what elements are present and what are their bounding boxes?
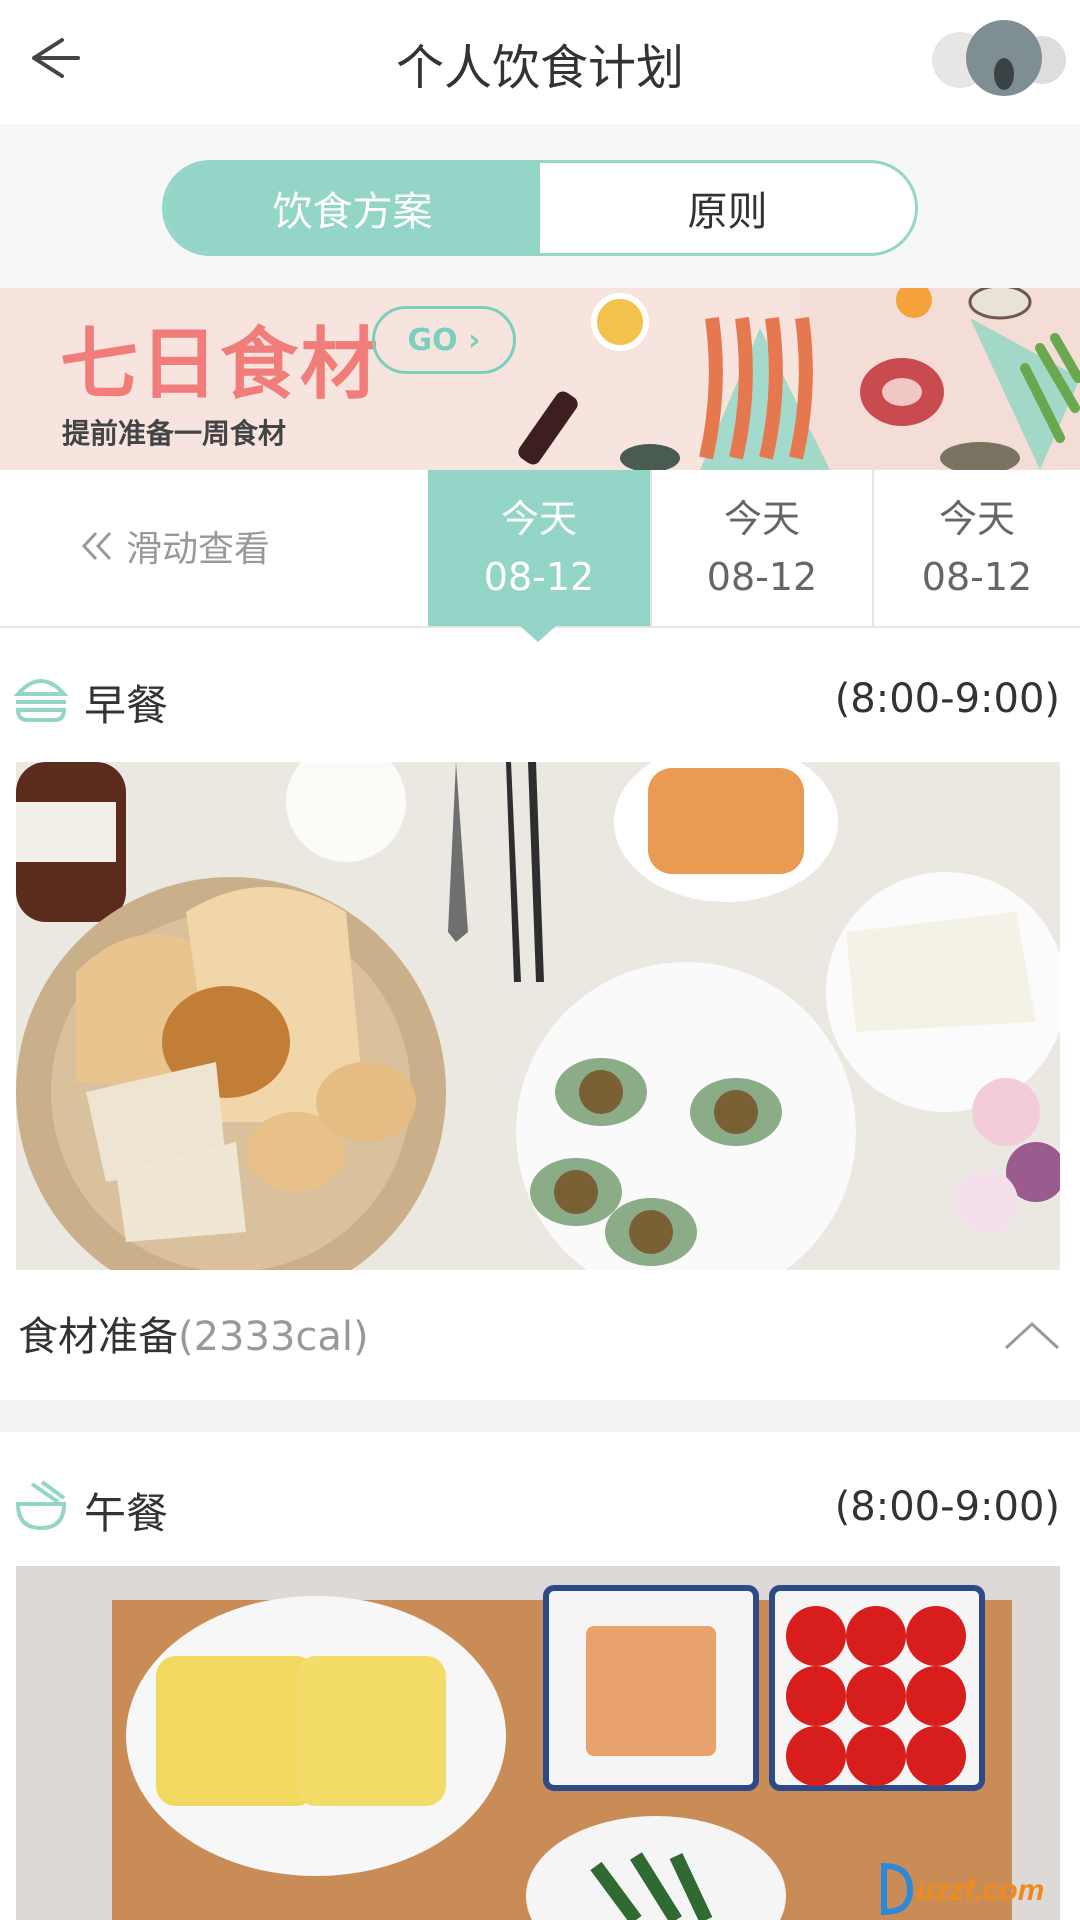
meal-time: (8:00-9:00)	[834, 1484, 1060, 1530]
burger-icon	[14, 679, 68, 722]
banner-title: 七日食材	[60, 320, 381, 410]
date-tab-date: 08-12	[921, 555, 1033, 599]
ingredients-panel[interactable]: 食材准备(2333cal)	[0, 1270, 1080, 1400]
meal-time: (8:00-9:00)	[834, 676, 1060, 722]
double-chevron-left-icon	[81, 531, 112, 561]
date-tab-label: 今天	[500, 497, 577, 541]
app-header: 个人饮食计划	[0, 0, 1080, 124]
tab-principles[interactable]: 原则	[540, 163, 915, 253]
date-tab-date: 08-12	[706, 555, 818, 599]
plan-tabs: 饮食方案 原则	[162, 160, 918, 256]
chevron-up-icon[interactable]	[1002, 1314, 1062, 1354]
swipe-hint: 滑动查看	[80, 520, 270, 572]
avatar[interactable]	[932, 14, 1068, 100]
noodle-bowl-icon	[15, 1480, 67, 1530]
seven-day-ingredients-banner[interactable]: 七日食材 GO › 提前准备一周食材	[0, 288, 1080, 470]
swipe-hint-label: 滑动查看	[126, 529, 271, 570]
date-tab-label: 今天	[938, 497, 1015, 541]
watermark-logo: uzzf.com	[881, 1862, 1044, 1916]
tab-diet-plan[interactable]: 饮食方案	[165, 163, 540, 253]
meal-name: 午餐	[84, 1489, 169, 1538]
breakfast-header: 早餐 (8:00-9:00)	[0, 636, 1080, 756]
meal-name: 早餐	[84, 681, 169, 730]
breakfast-photo[interactable]	[16, 762, 1060, 1270]
lunch-header: 午餐 (8:00-9:00)	[0, 1444, 1080, 1564]
page-title: 个人饮食计划	[395, 40, 684, 96]
banner-go-button[interactable]: GO ›	[372, 306, 516, 374]
date-selector: 滑动查看 今天 08-12 今天 08-12 今天 08-12	[0, 470, 1080, 628]
banner-food-illustration	[518, 288, 1080, 470]
ingredients-label: 食材准备(2333cal)	[18, 1304, 369, 1362]
ingredients-calories: (2333cal)	[178, 1314, 369, 1360]
banner-subtitle: 提前准备一周食材	[62, 417, 287, 450]
date-tab-3[interactable]: 今天 08-12	[872, 470, 1080, 626]
date-tab-date: 08-12	[483, 555, 595, 599]
ingredients-title: 食材准备	[18, 1314, 178, 1360]
section-divider	[0, 1400, 1080, 1432]
date-tab-1[interactable]: 今天 08-12	[428, 470, 650, 626]
watermark-text: uzzf.com	[916, 1874, 1044, 1907]
plan-tabs-area: 饮食方案 原则	[0, 124, 1080, 288]
date-tab-2[interactable]: 今天 08-12	[650, 470, 872, 626]
date-tab-label: 今天	[723, 497, 800, 541]
